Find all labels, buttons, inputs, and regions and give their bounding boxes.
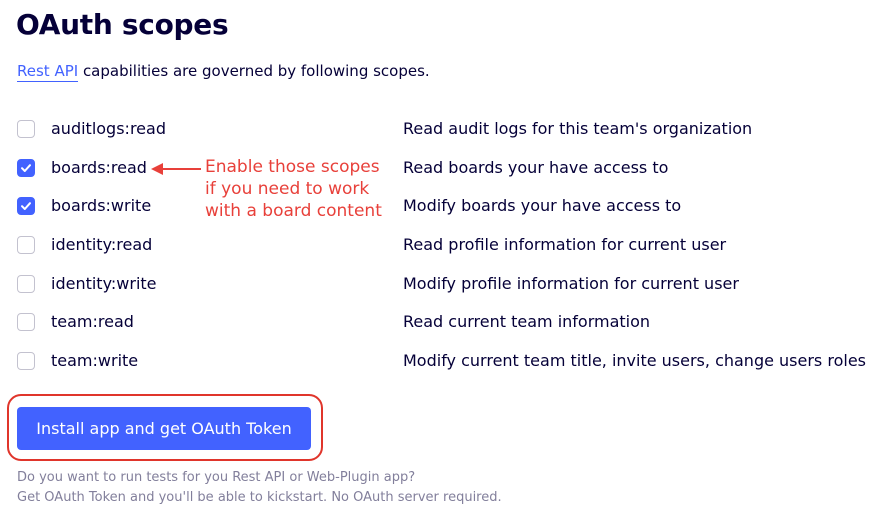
scope-description: Read boards your have access to xyxy=(403,158,669,177)
scope-name: auditlogs:read xyxy=(51,119,166,138)
checkmark-icon xyxy=(21,202,31,210)
scope-name: team:write xyxy=(51,351,139,370)
scope-name: boards:write xyxy=(51,196,152,215)
annotation-arrow-icon xyxy=(151,163,201,175)
scope-checkbox-team-write[interactable] xyxy=(17,352,35,370)
annotation-line: with a board content xyxy=(205,201,382,221)
scope-row-team-write: team:write Modify current team title, in… xyxy=(17,350,877,374)
scope-checkbox-identity-write[interactable] xyxy=(17,275,35,293)
scope-checkbox-boards-read[interactable] xyxy=(17,159,35,177)
scope-row-team-read: team:read Read current team information xyxy=(17,311,877,335)
scope-description: Read profile information for current use… xyxy=(403,235,727,254)
scope-name: identity:read xyxy=(51,235,153,254)
page-subtitle: Rest API capabilities are governed by fo… xyxy=(17,62,430,82)
scope-name: team:read xyxy=(51,312,134,331)
scope-name: boards:read xyxy=(51,158,147,177)
checkmark-icon xyxy=(21,164,31,172)
subtitle-text: capabilities are governed by following s… xyxy=(78,62,430,80)
annotation-line: if you need to work xyxy=(205,179,370,199)
scope-row-auditlogs-read: auditlogs:read Read audit logs for this … xyxy=(17,118,877,142)
scope-row-boards-write: boards:write Modify boards your have acc… xyxy=(17,195,877,219)
footer-line: Do you want to run tests for you Rest AP… xyxy=(17,470,416,485)
annotation-note: Enable those scopes if you need to work … xyxy=(205,156,405,222)
scope-description: Read audit logs for this team's organiza… xyxy=(403,119,753,138)
scope-description: Modify current team title, invite users,… xyxy=(403,351,866,370)
rest-api-link[interactable]: Rest API xyxy=(17,62,79,82)
footer-line: Get OAuth Token and you'll be able to ki… xyxy=(17,490,502,505)
scope-row-identity-write: identity:write Modify profile informatio… xyxy=(17,273,877,297)
scope-description: Read current team information xyxy=(403,312,651,331)
page-title: OAuth scopes xyxy=(16,8,229,41)
scope-description: Modify boards your have access to xyxy=(403,196,682,215)
scope-checkbox-boards-write[interactable] xyxy=(17,197,35,215)
scope-checkbox-team-read[interactable] xyxy=(17,313,35,331)
footer-help-text: Do you want to run tests for you Rest AP… xyxy=(17,468,502,508)
scope-row-identity-read: identity:read Read profile information f… xyxy=(17,234,877,258)
scope-name: identity:write xyxy=(51,274,157,293)
scope-checkbox-auditlogs-read[interactable] xyxy=(17,120,35,138)
scope-row-boards-read: boards:read Read boards your have access… xyxy=(17,157,877,181)
install-app-button[interactable]: Install app and get OAuth Token xyxy=(17,407,311,450)
annotation-line: Enable those scopes xyxy=(205,157,380,177)
scope-checkbox-identity-read[interactable] xyxy=(17,236,35,254)
scope-description: Modify profile information for current u… xyxy=(403,274,739,293)
